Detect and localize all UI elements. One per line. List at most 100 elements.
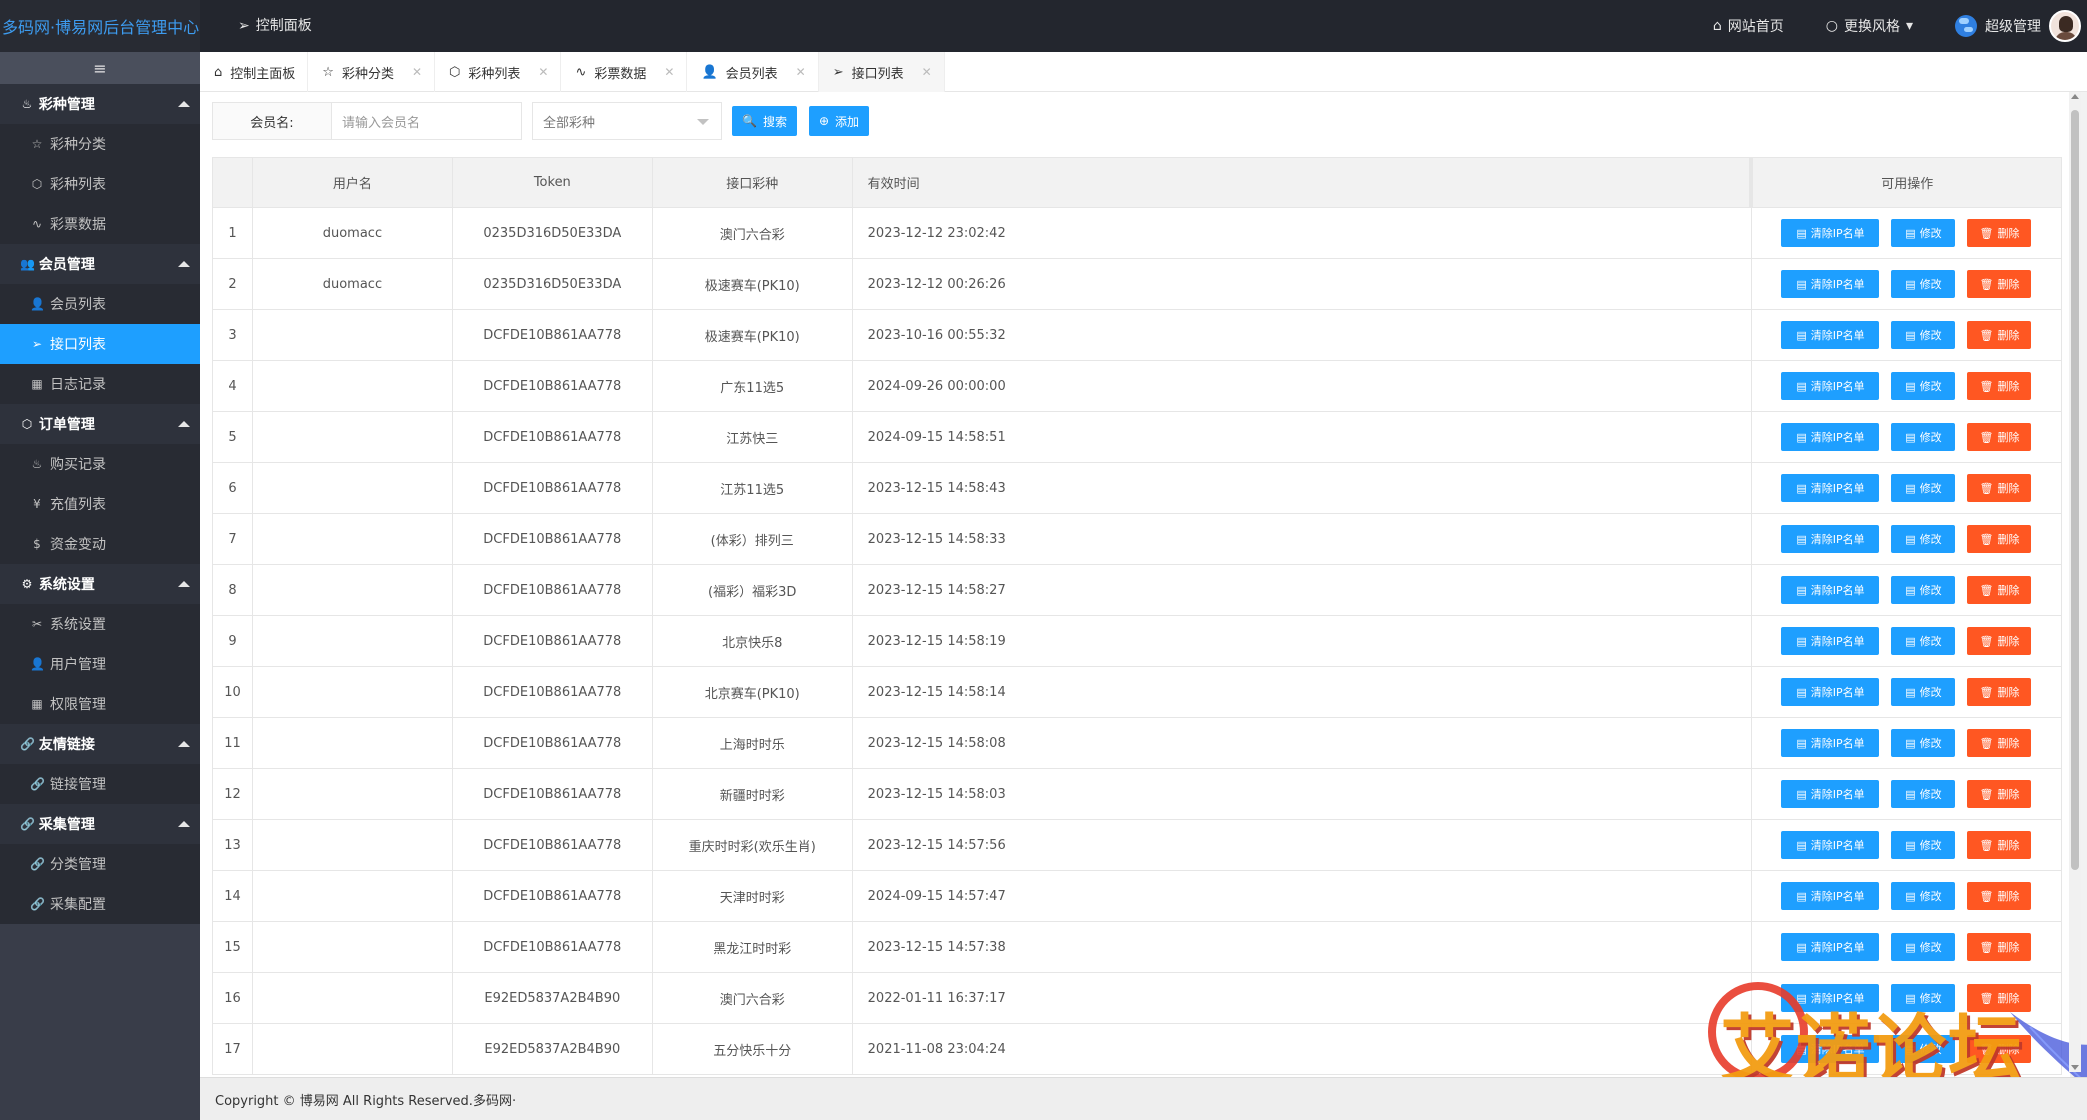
user-menu[interactable]: 超级管理 [1955,10,2081,42]
sidebar-item-funds[interactable]: $ 资金变动 [0,524,200,564]
theme-switch[interactable]: ○ 更换风格 ▾ [1826,16,1913,36]
delete-button[interactable]: 🗑 删除 [1967,270,2032,298]
edit-button[interactable]: ▤ 修改 [1891,270,1956,298]
edit-button[interactable]: ▤ 修改 [1891,831,1956,859]
delete-button[interactable]: 🗑 删除 [1967,423,2032,451]
edit-button[interactable]: ▤ 修改 [1891,219,1956,247]
sidebar-item-permissions[interactable]: ▦ 权限管理 [0,684,200,724]
clear-ip-button[interactable]: ▤ 清除IP名单 [1781,831,1880,859]
edit-button[interactable]: ▤ 修改 [1891,474,1956,502]
tab-dashboard[interactable]: ⌂ 控制主面板 [200,52,309,92]
sidebar-item-recharge[interactable]: ¥ 充值列表 [0,484,200,524]
clear-ip-button[interactable]: ▤ 清除IP名单 [1781,678,1880,706]
clear-ip-button[interactable]: ▤ 清除IP名单 [1781,321,1880,349]
clear-ip-button[interactable]: ▤ 清除IP名单 [1781,474,1880,502]
delete-button[interactable]: 🗑 删除 [1967,729,2032,757]
edit-button[interactable]: ▤ 修改 [1891,882,1956,910]
sidebar-group-members[interactable]: 👥 会员管理 [0,244,200,284]
sidebar-group-orders[interactable]: ⬡ 订单管理 [0,404,200,444]
close-icon[interactable]: ✕ [922,65,932,79]
clear-ip-button[interactable]: ▤ 清除IP名单 [1781,525,1880,553]
close-icon[interactable]: ✕ [412,65,422,79]
sidebar-item-member-list[interactable]: 👤 会员列表 [0,284,200,324]
sidebar-item-lottery-category[interactable]: ☆ 彩种分类 [0,124,200,164]
sidebar-item-log[interactable]: ▦ 日志记录 [0,364,200,404]
menu-toggle-icon[interactable]: ≡ [0,52,200,84]
tab-member-list[interactable]: 👤 会员列表 ✕ [687,52,819,92]
clear-ip-button[interactable]: ▤ 清除IP名单 [1781,984,1880,1012]
sidebar-item-purchases[interactable]: ♨ 购买记录 [0,444,200,484]
vertical-scrollbar[interactable] [2069,92,2081,1072]
member-name-input[interactable]: 请输入会员名 [332,102,522,140]
sidebar-item-collect-config[interactable]: 🔗 采集配置 [0,884,200,924]
sidebar-item-system-settings[interactable]: ✂ 系统设置 [0,604,200,644]
clear-ip-button[interactable]: ▤ 清除IP名单 [1781,627,1880,655]
tab-lottery-data[interactable]: ∿ 彩票数据 ✕ [561,52,688,92]
tab-api-list[interactable]: ➢ 接口列表 ✕ [818,52,945,92]
delete-button[interactable]: 🗑 删除 [1967,474,2032,502]
edit-button[interactable]: ▤ 修改 [1891,321,1956,349]
clear-ip-button[interactable]: ▤ 清除IP名单 [1781,882,1880,910]
close-icon[interactable]: ✕ [796,65,806,79]
site-home-link[interactable]: ⌂ 网站首页 [1713,16,1784,36]
delete-button[interactable]: 🗑 删除 [1967,882,2032,910]
edit-button[interactable]: ▤ 修改 [1891,1035,1956,1063]
sidebar-item-user-management[interactable]: 👤 用户管理 [0,644,200,684]
clear-ip-button[interactable]: ▤ 清除IP名单 [1781,270,1880,298]
clear-ip-button[interactable]: ▤ 清除IP名单 [1781,423,1880,451]
edit-button[interactable]: ▤ 修改 [1891,525,1956,553]
brand-title[interactable]: 多码网·博易网后台管理中心 [0,0,200,52]
add-button[interactable]: ⊕ 添加 [808,106,870,136]
sidebar-group-collect[interactable]: 🔗 采集管理 [0,804,200,844]
clear-ip-button[interactable]: ▤ 清除IP名单 [1781,372,1880,400]
edit-button[interactable]: ▤ 修改 [1891,372,1956,400]
delete-button[interactable]: 🗑 删除 [1967,831,2032,859]
edit-button[interactable]: ▤ 修改 [1891,933,1956,961]
delete-button[interactable]: 🗑 删除 [1967,678,2032,706]
search-button[interactable]: 🔍 搜索 [732,106,797,136]
clear-ip-button[interactable]: ▤ 清除IP名单 [1781,933,1880,961]
delete-button[interactable]: 🗑 删除 [1967,321,2032,349]
clear-ip-button[interactable]: ▤ 清除IP名单 [1781,729,1880,757]
avatar[interactable] [2049,10,2081,42]
row-index: 13 [212,819,253,871]
delete-button[interactable]: 🗑 删除 [1967,576,2032,604]
edit-button[interactable]: ▤ 修改 [1891,576,1956,604]
sidebar-item-lottery-data[interactable]: ∿ 彩票数据 [0,204,200,244]
edit-button[interactable]: ▤ 修改 [1891,423,1956,451]
tab-lottery-category[interactable]: ☆ 彩种分类 ✕ [308,52,436,92]
delete-button[interactable]: 🗑 删除 [1967,984,2032,1012]
sidebar-item-api-list[interactable]: ➢ 接口列表 [0,324,200,364]
close-icon[interactable]: ✕ [664,65,674,79]
sidebar-group-lottery[interactable]: ♨ 彩种管理 [0,84,200,124]
edit-button[interactable]: ▤ 修改 [1891,984,1956,1012]
clear-ip-button[interactable]: ▤ 清除IP名单 [1781,780,1880,808]
sidebar-item-lottery-list[interactable]: ⬡ 彩种列表 [0,164,200,204]
edit-button[interactable]: ▤ 修改 [1891,627,1956,655]
sidebar-item-link-management[interactable]: 🔗 链接管理 [0,764,200,804]
sidebar-group-settings[interactable]: ⚙ 系统设置 [0,564,200,604]
delete-button[interactable]: 🗑 删除 [1967,219,2032,247]
delete-button[interactable]: 🗑 删除 [1967,1035,2032,1063]
delete-button[interactable]: 🗑 删除 [1967,933,2032,961]
edit-button[interactable]: ▤ 修改 [1891,729,1956,757]
scroll-down-icon[interactable] [2071,1065,2079,1070]
delete-button[interactable]: 🗑 删除 [1967,372,2032,400]
edit-button[interactable]: ▤ 修改 [1891,780,1956,808]
tab-lottery-list[interactable]: ⬡ 彩种列表 ✕ [435,52,562,92]
delete-button[interactable]: 🗑 删除 [1967,525,2032,553]
control-panel-link[interactable]: ➢ 控制面板 [238,0,312,52]
clear-ip-button[interactable]: ▤ 清除IP名单 [1781,219,1880,247]
close-icon[interactable]: ✕ [538,65,548,79]
delete-button[interactable]: 🗑 删除 [1967,780,2032,808]
clear-ip-button[interactable]: ▤ 清除IP名单 [1781,576,1880,604]
sidebar-item-category-management[interactable]: 🔗 分类管理 [0,844,200,884]
lottery-select[interactable]: 全部彩种 [532,102,722,140]
sidebar-item-label: 采集配置 [50,897,106,913]
edit-button[interactable]: ▤ 修改 [1891,678,1956,706]
delete-button[interactable]: 🗑 删除 [1967,627,2032,655]
scroll-thumb[interactable] [2071,110,2079,870]
sidebar-group-links[interactable]: 🔗 友情链接 [0,724,200,764]
clear-ip-button[interactable]: ▤ 清除IP名单 [1781,1035,1880,1063]
scroll-up-icon[interactable] [2071,94,2079,99]
